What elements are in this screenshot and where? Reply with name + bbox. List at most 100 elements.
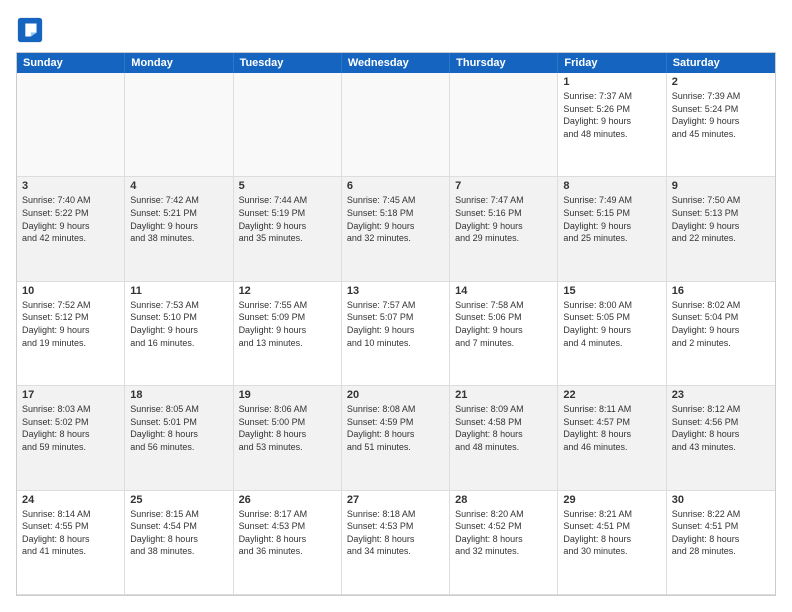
day-cell-24: 24 Sunrise: 8:14 AM Sunset: 4:55 PM Dayli…: [17, 491, 125, 595]
header-day-monday: Monday: [125, 53, 233, 73]
day-info: Sunrise: 8:20 AM Sunset: 4:52 PM Dayligh…: [455, 508, 552, 558]
day-info: Sunrise: 8:09 AM Sunset: 4:58 PM Dayligh…: [455, 403, 552, 453]
header-day-wednesday: Wednesday: [342, 53, 450, 73]
calendar-page: SundayMondayTuesdayWednesdayThursdayFrid…: [0, 0, 792, 612]
day-number: 11: [130, 285, 227, 297]
day-info: Sunrise: 8:03 AM Sunset: 5:02 PM Dayligh…: [22, 403, 119, 453]
day-info: Sunrise: 8:06 AM Sunset: 5:00 PM Dayligh…: [239, 403, 336, 453]
day-cell-6: 6Sunrise: 7:45 AM Sunset: 5:18 PM Daylig…: [342, 177, 450, 281]
day-cell-26: 26 Sunrise: 8:17 AM Sunset: 4:53 PM Dayli…: [234, 491, 342, 595]
day-number: 9: [672, 180, 770, 192]
logo-icon: [16, 16, 44, 44]
day-cell-29: 29Sunrise: 8:21 AM Sunset: 4:51 PM Dayli…: [558, 491, 666, 595]
day-info: Sunrise: 8:21 AM Sunset: 4:51 PM Dayligh…: [563, 508, 660, 558]
day-number: 3: [22, 180, 119, 192]
day-number: 13: [347, 285, 444, 297]
day-info: Sunrise: 8:14 AM Sunset: 4:55 PM Dayligh…: [22, 508, 119, 558]
day-info: Sunrise: 8:11 AM Sunset: 4:57 PM Dayligh…: [563, 403, 660, 453]
day-cell-8: 8 Sunrise: 7:49 AM Sunset: 5:15 PM Daylig…: [558, 177, 666, 281]
day-number: 5: [239, 180, 336, 192]
day-cell-17: 17 Sunrise: 8:03 AM Sunset: 5:02 PM Dayli…: [17, 386, 125, 490]
day-info: Sunrise: 8:12 AM Sunset: 4:56 PM Dayligh…: [672, 403, 770, 453]
day-info: Sunrise: 8:05 AM Sunset: 5:01 PM Dayligh…: [130, 403, 227, 453]
day-cell-3: 3 Sunrise: 7:40 AM Sunset: 5:22 PM Daylig…: [17, 177, 125, 281]
day-info: Sunrise: 7:50 AM Sunset: 5:13 PM Dayligh…: [672, 194, 770, 244]
day-number: 27: [347, 494, 444, 506]
day-info: Sunrise: 8:15 AM Sunset: 4:54 PM Dayligh…: [130, 508, 227, 558]
day-number: 24: [22, 494, 119, 506]
day-cell-14: 14 Sunrise: 7:58 AM Sunset: 5:06 PM Dayli…: [450, 282, 558, 386]
day-number: 16: [672, 285, 770, 297]
day-cell-13: 13Sunrise: 7:57 AM Sunset: 5:07 PM Dayli…: [342, 282, 450, 386]
day-info: Sunrise: 7:47 AM Sunset: 5:16 PM Dayligh…: [455, 194, 552, 244]
day-cell-4: 4Sunrise: 7:42 AM Sunset: 5:21 PM Daylig…: [125, 177, 233, 281]
day-number: 23: [672, 389, 770, 401]
page-header: [16, 16, 776, 44]
day-info: Sunrise: 8:18 AM Sunset: 4:53 PM Dayligh…: [347, 508, 444, 558]
day-number: 18: [130, 389, 227, 401]
day-cell-16: 16 Sunrise: 8:02 AM Sunset: 5:04 PM Dayli…: [667, 282, 775, 386]
day-cell-19: 19 Sunrise: 8:06 AM Sunset: 5:00 PM Dayli…: [234, 386, 342, 490]
day-info: Sunrise: 7:55 AM Sunset: 5:09 PM Dayligh…: [239, 299, 336, 349]
day-number: 7: [455, 180, 552, 192]
day-cell-22: 22 Sunrise: 8:11 AM Sunset: 4:57 PM Dayli…: [558, 386, 666, 490]
day-info: Sunrise: 7:39 AM Sunset: 5:24 PM Dayligh…: [672, 90, 770, 140]
header-day-sunday: Sunday: [17, 53, 125, 73]
day-cell-30: 30 Sunrise: 8:22 AM Sunset: 4:51 PM Dayli…: [667, 491, 775, 595]
day-info: Sunrise: 7:58 AM Sunset: 5:06 PM Dayligh…: [455, 299, 552, 349]
day-info: Sunrise: 8:00 AM Sunset: 5:05 PM Dayligh…: [563, 299, 660, 349]
day-cell-1: 1 Sunrise: 7:37 AM Sunset: 5:26 PM Daylig…: [558, 73, 666, 177]
day-info: Sunrise: 8:17 AM Sunset: 4:53 PM Dayligh…: [239, 508, 336, 558]
day-number: 19: [239, 389, 336, 401]
empty-cell: [342, 73, 450, 177]
calendar: SundayMondayTuesdayWednesdayThursdayFrid…: [16, 52, 776, 596]
day-number: 21: [455, 389, 552, 401]
day-number: 1: [563, 76, 660, 88]
day-number: 15: [563, 285, 660, 297]
day-number: 30: [672, 494, 770, 506]
header-day-tuesday: Tuesday: [234, 53, 342, 73]
day-cell-21: 21 Sunrise: 8:09 AM Sunset: 4:58 PM Dayli…: [450, 386, 558, 490]
header-day-friday: Friday: [558, 53, 666, 73]
day-cell-9: 9 Sunrise: 7:50 AM Sunset: 5:13 PM Daylig…: [667, 177, 775, 281]
day-cell-23: 23 Sunrise: 8:12 AM Sunset: 4:56 PM Dayli…: [667, 386, 775, 490]
day-number: 8: [563, 180, 660, 192]
day-cell-18: 18 Sunrise: 8:05 AM Sunset: 5:01 PM Dayli…: [125, 386, 233, 490]
header-day-saturday: Saturday: [667, 53, 775, 73]
header-day-thursday: Thursday: [450, 53, 558, 73]
logo: [16, 16, 48, 44]
day-cell-7: 7 Sunrise: 7:47 AM Sunset: 5:16 PM Daylig…: [450, 177, 558, 281]
day-cell-2: 2 Sunrise: 7:39 AM Sunset: 5:24 PM Daylig…: [667, 73, 775, 177]
day-cell-28: 28Sunrise: 8:20 AM Sunset: 4:52 PM Dayli…: [450, 491, 558, 595]
day-cell-15: 15 Sunrise: 8:00 AM Sunset: 5:05 PM Dayli…: [558, 282, 666, 386]
day-number: 17: [22, 389, 119, 401]
day-number: 4: [130, 180, 227, 192]
day-cell-20: 20Sunrise: 8:08 AM Sunset: 4:59 PM Dayli…: [342, 386, 450, 490]
day-info: Sunrise: 7:40 AM Sunset: 5:22 PM Dayligh…: [22, 194, 119, 244]
day-info: Sunrise: 7:49 AM Sunset: 5:15 PM Dayligh…: [563, 194, 660, 244]
day-number: 25: [130, 494, 227, 506]
empty-cell: [450, 73, 558, 177]
empty-cell: [234, 73, 342, 177]
day-number: 26: [239, 494, 336, 506]
empty-cell: [125, 73, 233, 177]
day-info: Sunrise: 7:45 AM Sunset: 5:18 PM Dayligh…: [347, 194, 444, 244]
day-number: 14: [455, 285, 552, 297]
day-info: Sunrise: 7:53 AM Sunset: 5:10 PM Dayligh…: [130, 299, 227, 349]
day-number: 2: [672, 76, 770, 88]
day-info: Sunrise: 8:08 AM Sunset: 4:59 PM Dayligh…: [347, 403, 444, 453]
day-info: Sunrise: 8:22 AM Sunset: 4:51 PM Dayligh…: [672, 508, 770, 558]
day-cell-27: 27 Sunrise: 8:18 AM Sunset: 4:53 PM Dayli…: [342, 491, 450, 595]
day-info: Sunrise: 7:37 AM Sunset: 5:26 PM Dayligh…: [563, 90, 660, 140]
day-cell-11: 11 Sunrise: 7:53 AM Sunset: 5:10 PM Dayli…: [125, 282, 233, 386]
day-cell-12: 12 Sunrise: 7:55 AM Sunset: 5:09 PM Dayli…: [234, 282, 342, 386]
day-number: 10: [22, 285, 119, 297]
day-info: Sunrise: 7:44 AM Sunset: 5:19 PM Dayligh…: [239, 194, 336, 244]
day-info: Sunrise: 8:02 AM Sunset: 5:04 PM Dayligh…: [672, 299, 770, 349]
day-cell-25: 25 Sunrise: 8:15 AM Sunset: 4:54 PM Dayli…: [125, 491, 233, 595]
day-cell-5: 5 Sunrise: 7:44 AM Sunset: 5:19 PM Daylig…: [234, 177, 342, 281]
day-number: 22: [563, 389, 660, 401]
empty-cell: [17, 73, 125, 177]
calendar-body: 1 Sunrise: 7:37 AM Sunset: 5:26 PM Daylig…: [17, 73, 775, 595]
day-number: 12: [239, 285, 336, 297]
